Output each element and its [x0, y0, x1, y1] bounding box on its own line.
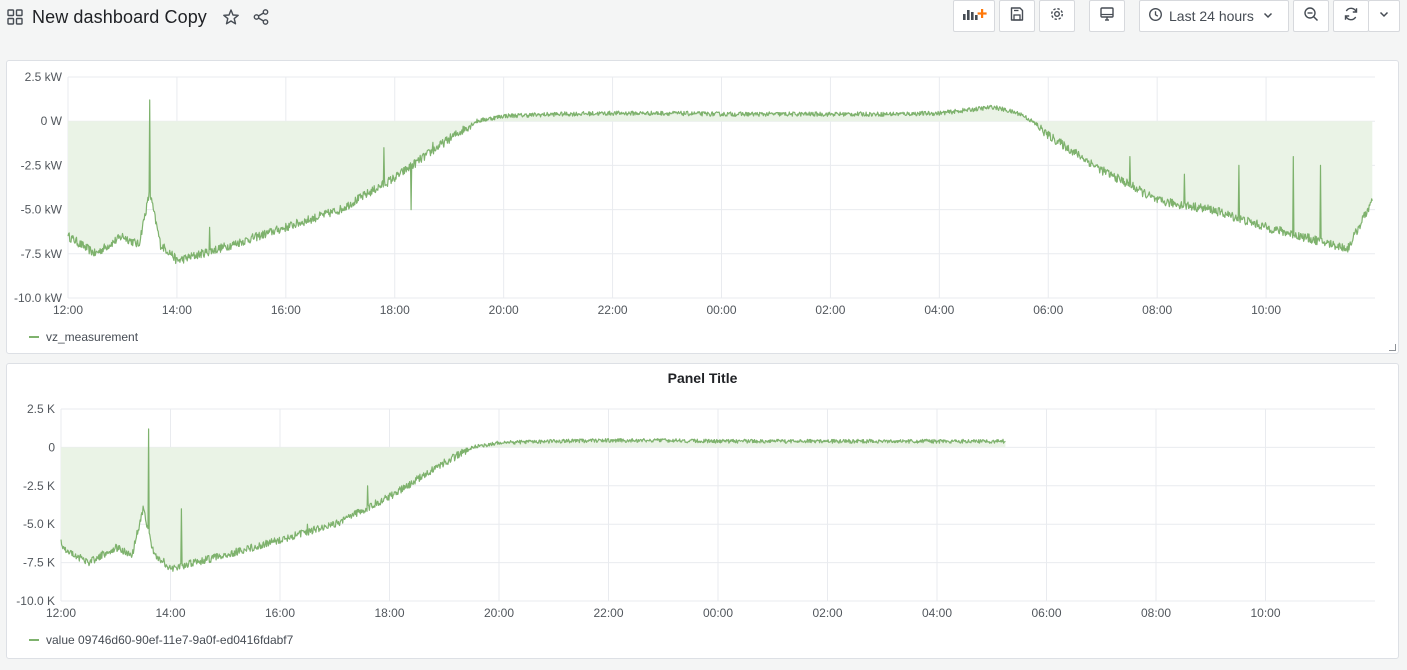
clock-icon — [1148, 7, 1163, 25]
x-tick-label: 20:00 — [489, 303, 519, 317]
time-range-label: Last 24 hours — [1169, 8, 1254, 24]
x-tick-label: 00:00 — [703, 606, 733, 620]
save-icon — [1009, 6, 1025, 27]
y-tick-label: -7.5 K — [23, 556, 55, 570]
x-tick-label: 22:00 — [593, 606, 623, 620]
y-tick-label: -2.5 kW — [21, 158, 63, 172]
graph-panel-titled[interactable]: Panel Title 2.5 K 0 -2.5 K -5.0 K -7.5 K -10.… — [6, 363, 1399, 659]
share-icon[interactable] — [251, 7, 271, 27]
refresh-interval-dropdown[interactable] — [1368, 0, 1400, 32]
y-tick-label: 2.5 K — [27, 402, 55, 416]
dashboard-title[interactable]: New dashboard Copy — [32, 7, 207, 28]
x-tick-label: 18:00 — [380, 303, 410, 317]
graph-panel[interactable]: 2.5 kW 0 W -2.5 kW -5.0 kW -7.5 kW -10.0 kW 12… — [6, 60, 1399, 354]
settings-button[interactable] — [1039, 0, 1075, 32]
y-tick-label: -5.0 kW — [21, 203, 63, 217]
x-tick-label: 12:00 — [53, 303, 83, 317]
x-tick-label: 10:00 — [1251, 303, 1281, 317]
x-tick-label: 04:00 — [924, 303, 954, 317]
chevron-down-icon — [1378, 7, 1390, 25]
x-tick-label: 14:00 — [162, 303, 192, 317]
x-tick-label: 10:00 — [1250, 606, 1280, 620]
apps-icon[interactable] — [6, 8, 24, 26]
y-tick-label: -5.0 K — [23, 517, 55, 531]
panel-graph: 2.5 kW0 W-2.5 kW-5.0 kW-7.5 kW-10.0 kW12… — [14, 70, 1375, 317]
x-tick-label: 14:00 — [155, 606, 185, 620]
legend-item[interactable]: value 09746d60-90ef-11e7-9a0f-ed0416fdab… — [29, 633, 293, 647]
zoom-out-icon — [1303, 6, 1319, 27]
time-range-picker[interactable]: Last 24 hours — [1139, 0, 1289, 32]
chevron-down-icon — [1262, 8, 1274, 24]
series-area-fill — [68, 100, 1373, 264]
dashboard-title-area: New dashboard Copy — [6, 4, 271, 30]
y-tick-label: 0 — [48, 440, 55, 454]
legend-swatch — [29, 336, 39, 338]
y-tick-label: -7.5 kW — [21, 247, 63, 261]
x-tick-label: 00:00 — [706, 303, 736, 317]
x-tick-label: 08:00 — [1141, 606, 1171, 620]
star-icon[interactable] — [221, 7, 241, 27]
legend-swatch — [29, 639, 39, 641]
save-dashboard-button[interactable] — [999, 0, 1035, 32]
gear-icon — [1049, 6, 1065, 27]
x-tick-label: 06:00 — [1031, 606, 1061, 620]
legend-label: vz_measurement — [46, 330, 139, 344]
x-tick-label: 02:00 — [815, 303, 845, 317]
x-tick-label: 22:00 — [598, 303, 628, 317]
x-tick-label: 16:00 — [271, 303, 301, 317]
x-tick-label: 02:00 — [812, 606, 842, 620]
monitor-icon — [1099, 6, 1115, 27]
panel-graph: 2.5 K0-2.5 K-5.0 K-7.5 K-10.0 K12:00 14:0… — [16, 402, 1375, 620]
dashboard-navbar: New dashboard Copy Last 24 hours — [0, 0, 1407, 36]
legend-label: value 09746d60-90ef-11e7-9a0f-ed0416fdab… — [46, 633, 294, 647]
x-tick-label: 18:00 — [374, 606, 404, 620]
x-tick-label: 06:00 — [1033, 303, 1063, 317]
refresh-icon — [1343, 6, 1359, 27]
x-tick-label: 04:00 — [922, 606, 952, 620]
y-tick-label: 0 W — [41, 114, 63, 128]
series-area-fill — [61, 429, 1006, 572]
legend-item[interactable]: vz_measurement — [29, 330, 138, 344]
add-panel-icon — [961, 6, 987, 27]
resize-handle[interactable] — [1389, 344, 1396, 351]
x-tick-label: 08:00 — [1142, 303, 1172, 317]
y-tick-label: -2.5 K — [23, 479, 55, 493]
x-tick-label: 20:00 — [484, 606, 514, 620]
refresh-button[interactable] — [1333, 0, 1369, 32]
zoom-out-button[interactable] — [1293, 0, 1329, 32]
cycle-view-mode-button[interactable] — [1089, 0, 1125, 32]
x-tick-label: 16:00 — [265, 606, 295, 620]
x-tick-label: 12:00 — [46, 606, 76, 620]
y-tick-label: 2.5 kW — [25, 70, 63, 84]
add-panel-button[interactable] — [953, 0, 995, 32]
